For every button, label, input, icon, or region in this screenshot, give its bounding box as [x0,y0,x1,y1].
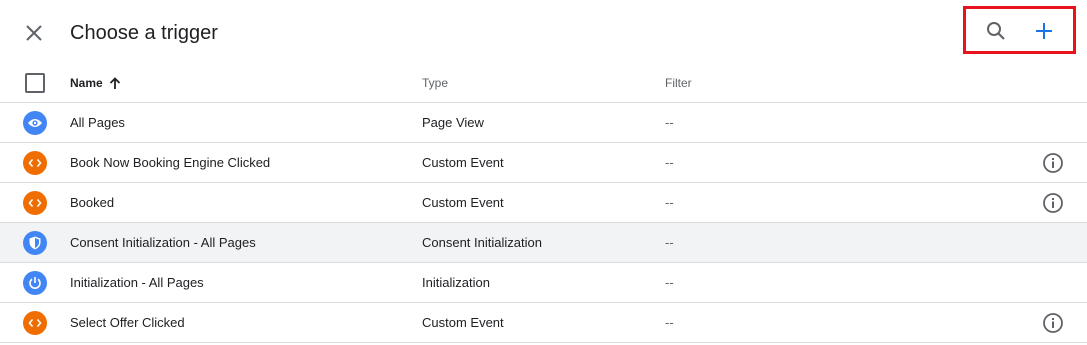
table-row[interactable]: Book Now Booking Engine Clicked Custom E… [0,143,1087,183]
info-icon[interactable] [1042,152,1064,174]
search-button[interactable] [982,17,1010,45]
trigger-type: Custom Event [422,195,504,210]
table-row[interactable]: Consent Initialization - All Pages Conse… [0,223,1087,263]
trigger-filter: -- [665,115,674,130]
dialog-header: Choose a trigger [0,0,1087,66]
trigger-filter: -- [665,235,674,250]
plus-icon [1036,23,1052,39]
code-icon [23,310,47,335]
search-icon [987,22,1005,40]
column-header-name[interactable]: Name [70,64,121,102]
trigger-filter: -- [665,155,674,170]
highlight-box [963,6,1076,54]
trigger-type: Page View [422,115,484,130]
trigger-name: All Pages [70,115,125,130]
trigger-type: Initialization [422,275,490,290]
table-row[interactable]: Select Offer Clicked Custom Event -- [0,303,1087,343]
shield-icon [23,230,47,255]
trigger-name: Initialization - All Pages [70,275,204,290]
code-icon [23,190,47,215]
trigger-type: Custom Event [422,315,504,330]
info-icon[interactable] [1042,312,1064,334]
column-header-filter[interactable]: Filter [665,64,692,102]
select-all-checkbox[interactable] [25,73,45,93]
trigger-filter: -- [665,315,674,330]
table-row[interactable]: All Pages Page View -- [0,103,1087,143]
power-icon [23,270,47,295]
eye-icon [23,110,47,135]
close-icon [26,25,42,41]
trigger-table: Name Type Filter All Pages Page View -- [0,64,1087,343]
column-header-name-label: Name [70,76,103,90]
code-icon [23,150,47,175]
trigger-name: Book Now Booking Engine Clicked [70,155,271,170]
column-header-type[interactable]: Type [422,64,448,102]
table-row[interactable]: Initialization - All Pages Initializatio… [0,263,1087,303]
trigger-name: Select Offer Clicked [70,315,185,330]
info-icon[interactable] [1042,192,1064,214]
sort-ascending-icon [109,76,121,90]
trigger-filter: -- [665,195,674,210]
close-button[interactable] [20,19,48,47]
trigger-name: Booked [70,195,115,210]
table-row[interactable]: Booked Custom Event -- [0,183,1087,223]
trigger-name: Consent Initialization - All Pages [70,235,256,250]
trigger-type: Custom Event [422,155,504,170]
trigger-filter: -- [665,275,674,290]
table-header-row: Name Type Filter [0,64,1087,103]
page-title: Choose a trigger [70,22,218,44]
add-trigger-button[interactable] [1030,17,1058,45]
trigger-type: Consent Initialization [422,235,542,250]
